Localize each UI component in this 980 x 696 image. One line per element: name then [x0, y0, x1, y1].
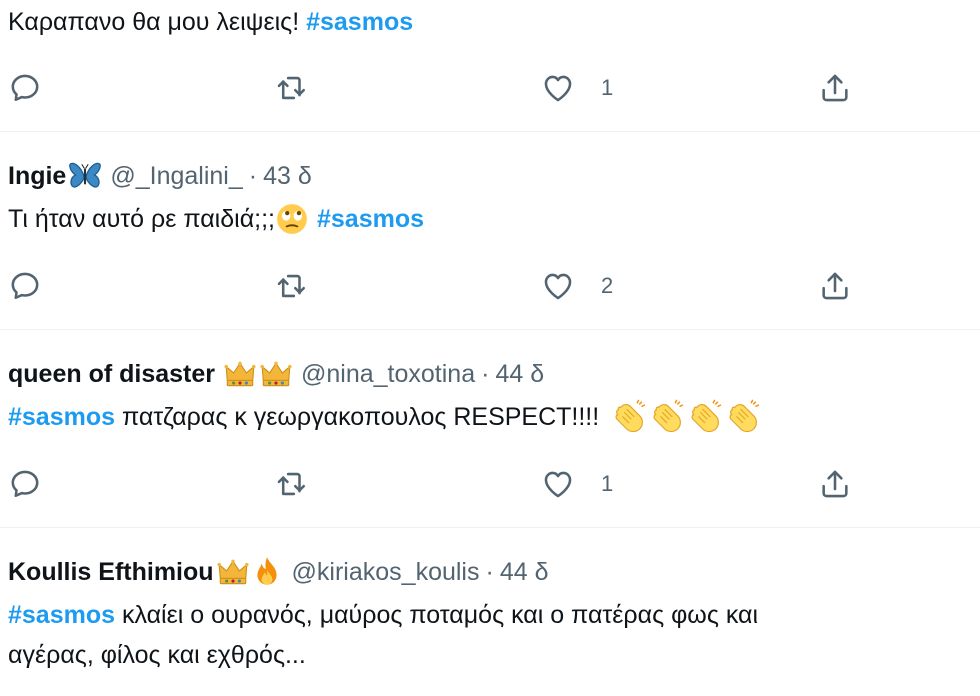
tweet-text-body: Καραπανο θα μου λειψεις! [8, 8, 307, 36]
butterfly-emoji [68, 159, 102, 193]
separator-dot: · [248, 161, 258, 190]
reply-button[interactable] [8, 68, 42, 108]
like-button[interactable]: 1 [541, 68, 613, 108]
user-handle[interactable]: @nina_toxotina [301, 360, 475, 389]
reply-button[interactable] [8, 266, 42, 306]
like-count: 1 [601, 471, 614, 496]
like-icon [541, 71, 575, 105]
like-icon [541, 467, 575, 501]
tweet-text-body: Τι ήταν αυτό ρε παιδιά;;; [8, 205, 275, 233]
tweet-actions: 2 [0, 266, 980, 306]
timestamp[interactable]: 43 δ [263, 162, 312, 191]
share-icon [818, 71, 852, 105]
tweet-text-line-2: αγέρας, φίλος και εχθρός... [8, 641, 306, 669]
reply-icon [8, 269, 42, 303]
like-count: 2 [601, 273, 614, 298]
share-button[interactable] [818, 464, 852, 504]
display-name[interactable]: Ingie [8, 162, 66, 191]
tweet-text-body: πατζαρας κ γεωργακοπουλος RESPECT!!!! [115, 403, 607, 431]
retweet-icon [274, 467, 308, 501]
retweet-button[interactable] [274, 266, 308, 306]
like-button[interactable]: 2 [541, 266, 613, 306]
tweet[interactable]: Καραπανο θα μου λειψεις! #sasmos 1 [0, 0, 980, 132]
display-name[interactable]: queen of disaster [8, 360, 215, 389]
retweet-button[interactable] [274, 464, 308, 504]
hashtag-link[interactable]: #sasmos [317, 199, 424, 239]
like-count: 1 [601, 75, 614, 100]
tweet-text: Καραπανο θα μου λειψεις! #sasmos [8, 2, 413, 42]
hashtag-link[interactable]: #sasmos [8, 397, 115, 437]
display-name[interactable]: Koullis Efthimiou [8, 558, 214, 587]
like-button[interactable]: 1 [541, 464, 613, 504]
crown-emoji [216, 555, 250, 589]
share-button[interactable] [818, 266, 852, 306]
tweet-text: #sasmos κλαίει ο ουρανός, μαύρος ποταμός… [8, 595, 758, 675]
timestamp[interactable]: 44 δ [495, 360, 544, 389]
tweet-text-body: κλαίει ο ουρανός, μαύρος ποταμός και ο π… [115, 601, 759, 629]
retweet-icon [274, 71, 308, 105]
user-handle[interactable]: @kiriakos_koulis [292, 558, 480, 587]
reply-button[interactable] [8, 464, 42, 504]
tweet-header: Ingie @_Ingalini_ · 43 δ [8, 160, 312, 192]
tweet-text: Τι ήταν αυτό ρε παιδιά;;; #sasmos [8, 199, 424, 239]
tweet-text: #sasmos πατζαρας κ γεωργακοπουλος RESPEC… [8, 397, 762, 437]
retweet-icon [274, 269, 308, 303]
share-button[interactable] [818, 68, 852, 108]
tweet-actions: 1 [0, 68, 980, 108]
timestamp[interactable]: 44 δ [500, 558, 549, 587]
separator-dot: · [485, 557, 494, 586]
reply-icon [8, 71, 42, 105]
tweet-header: Koullis Efthimiou @kiriakos_koulis · 44 … [8, 556, 549, 588]
tweet-actions: 1 [0, 464, 980, 504]
hashtag-link[interactable]: #sasmos [306, 8, 413, 36]
tweet[interactable]: Koullis Efthimiou @kiriakos_koulis · 44 … [0, 528, 980, 696]
tweet[interactable]: Ingie @_Ingalini_ · 43 δ Τι ήταν αυτό ρε… [0, 132, 980, 330]
separator-dot: · [481, 359, 490, 388]
like-icon [541, 269, 575, 303]
tweet-header: queen of disaster @nina_toxotina · 44 δ [8, 358, 544, 390]
share-icon [818, 467, 852, 501]
face-with-rolling-eyes-emoji [275, 202, 309, 236]
clapping-hands-emoji [610, 398, 762, 436]
reply-icon [8, 467, 42, 501]
share-icon [818, 269, 852, 303]
retweet-button[interactable] [274, 68, 308, 108]
tweet-feed: Καραπανο θα μου λειψεις! #sasmos 1 Ingie… [0, 0, 980, 696]
user-handle[interactable]: @_Ingalini_ [110, 162, 242, 191]
crown-emoji [223, 357, 293, 391]
fire-emoji [250, 555, 284, 589]
hashtag-link[interactable]: #sasmos [8, 601, 115, 629]
tweet[interactable]: queen of disaster @nina_toxotina · 44 δ … [0, 330, 980, 528]
